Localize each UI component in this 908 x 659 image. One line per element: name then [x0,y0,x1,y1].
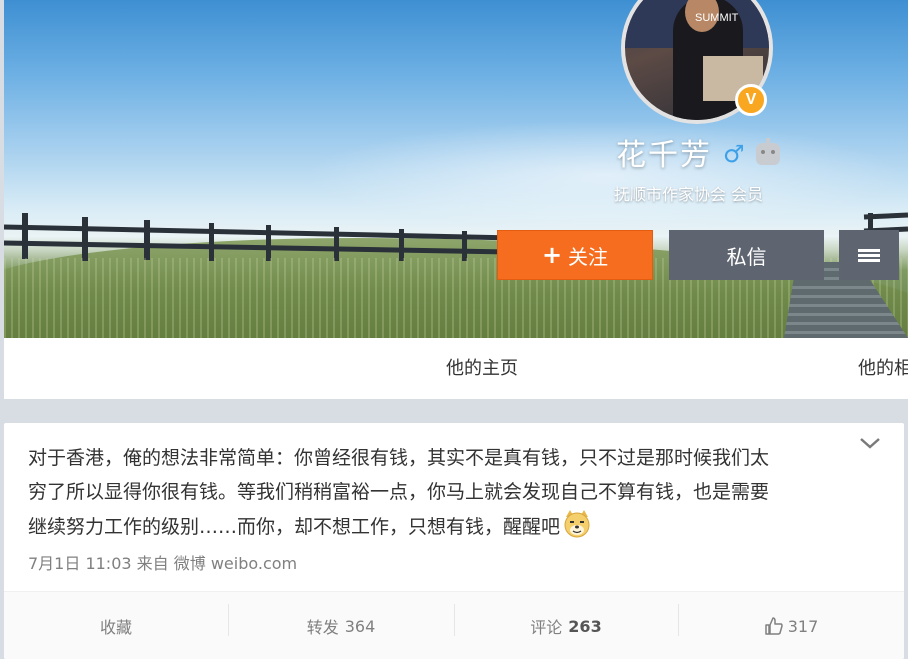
post-line-text: 穷了所以显得你很有钱。等我们稍稍富裕一点，你马上就会发现自己不算有钱，也是需要 [28,481,770,503]
post-line-text: 继续努力工作的级别……而你，却不想工作，只想有钱，醒醒吧 [28,516,561,538]
comment-count: 263 [568,616,602,636]
post-card: 对于香港，俺的想法非常简单：你曾经很有钱，其实不是真有钱，只不过是那时候我们太 … [4,423,904,659]
repost-button[interactable]: 转发 364 [228,592,454,659]
plus-icon: + [541,241,563,269]
post-meta: 7月1日 11:03 来自 微博 weibo.com [28,554,298,573]
post-line: 穷了所以显得你很有钱。等我们稍稍富裕一点，你马上就会发现自己不算有钱，也是需要 [28,475,858,509]
post-text: 对于香港，俺的想法非常简单：你曾经很有钱，其实不是真有钱，只不过是那时候我们太 … [28,441,858,544]
comment-button[interactable]: 评论 263 [454,592,678,659]
like-count: 317 [787,616,819,636]
robot-icon[interactable] [756,138,780,165]
post-line: 对于香港，俺的想法非常简单：你曾经很有钱，其实不是真有钱，只不过是那时候我们太 [28,447,770,469]
post-line: 继续努力工作的级别……而你，却不想工作，只想有钱，醒醒吧 [28,509,858,544]
profile-card: SUMMIT V 花千芳 ♂ 抚顺市作家协会 会员 + 关注 私信 他的主页 他… [4,0,908,399]
menu-button[interactable] [839,230,899,280]
post-actions: 收藏 转发 364 评论 263 317 [4,591,904,659]
profile-name: 花千芳 [616,138,712,173]
doge-emoji [564,510,590,538]
repost-count: 364 [344,616,376,636]
follow-label: 关注 [568,244,609,269]
profile-description: 抚顺市作家协会 会员 [614,185,764,204]
male-icon: ♂ [723,140,745,168]
follow-button[interactable]: + 关注 [497,230,653,280]
comment-label: 评论 [530,618,563,637]
menu-icon [858,247,880,264]
verified-icon: V [735,84,767,116]
avatar-banner-text: SUMMIT [695,12,739,24]
repost-label: 转发 [306,618,339,637]
like-button[interactable]: 317 [678,592,904,659]
thumbs-up-icon [764,617,783,635]
profile-nav: 他的主页 他的相册 [4,338,908,399]
tab-home[interactable]: 他的主页 [446,354,518,380]
favorite-label: 收藏 [99,618,132,637]
chevron-down-icon[interactable] [857,433,883,453]
message-label: 私信 [726,244,767,269]
tab-album[interactable]: 他的相册 [858,354,908,380]
favorite-button[interactable]: 收藏 [4,592,228,659]
message-button[interactable]: 私信 [669,230,824,280]
